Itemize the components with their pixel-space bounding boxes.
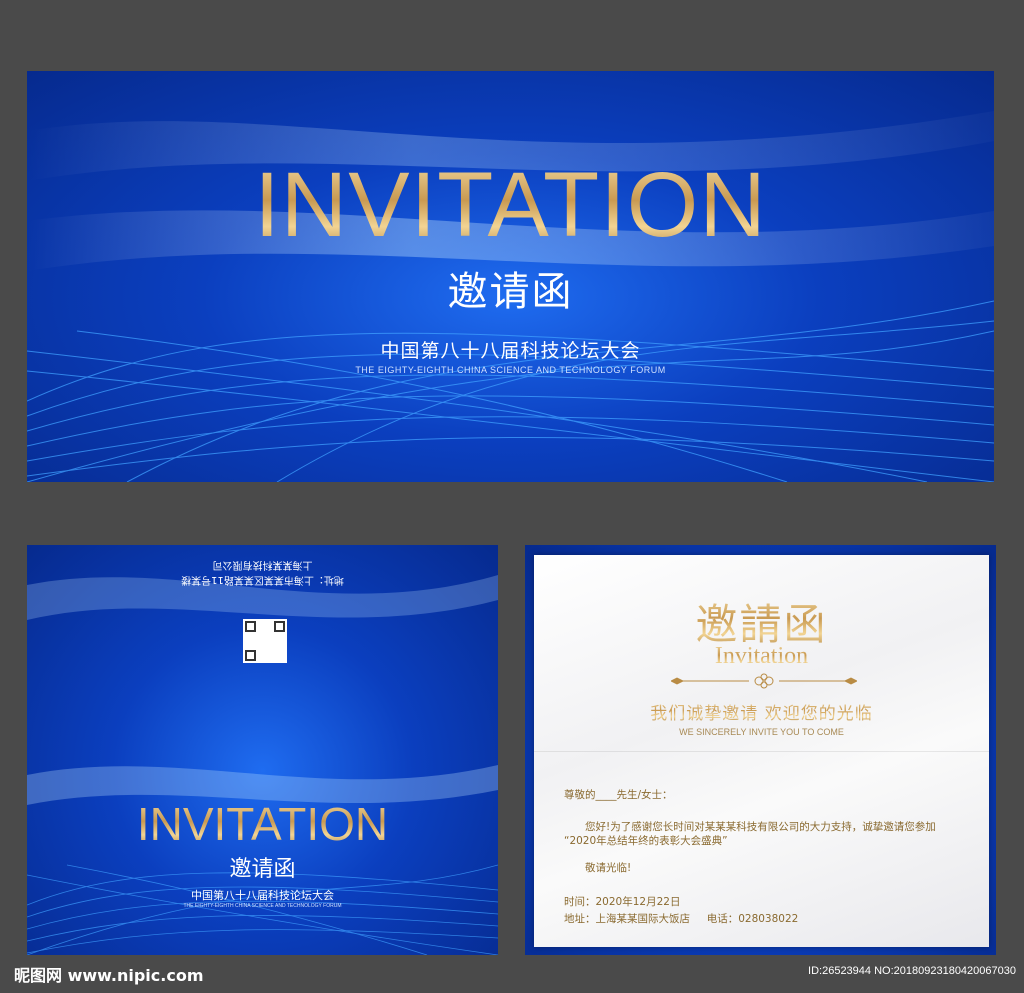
forum-name-en: THE EIGHTY-EIGHTH CHINA SCIENCE AND TECH… xyxy=(355,365,666,375)
inner-title-en: Invitation xyxy=(534,643,989,670)
back-company-line: 上海某某科技有限公司 xyxy=(212,559,313,570)
invitation-title-cn: 邀请函 xyxy=(447,269,574,315)
invitation-cover-front: INVITATION 邀请函 中国第八十八届科技论坛大会 THE EIGHTY-… xyxy=(27,71,994,482)
letter-body-line: 您好!为了感谢您长时间对某某某科技有限公司的大力支持，诚挚邀请您参加 xyxy=(585,821,936,833)
event-address: 地址：上海某某国际大饭店 xyxy=(564,913,690,925)
qr-code-placeholder xyxy=(243,619,287,663)
letter-closing: 敬请光临! xyxy=(585,862,632,874)
invitation-title-cn: 邀请函 xyxy=(229,857,296,882)
invitation-title-en: INVITATION xyxy=(27,153,994,258)
back-address-line: 地址：上海市某某区某某路11号某楼 xyxy=(181,574,344,585)
event-phone: 电话：028038022 xyxy=(706,913,799,925)
invitation-title-en: INVITATION xyxy=(27,797,498,851)
letter-paper: 邀請函 Invitation 我们诚挚邀请 欢迎您的光临 WE SINCEREL… xyxy=(534,555,989,947)
forum-name-cn: 中国第八十八届科技论坛大会 xyxy=(191,889,334,902)
event-time: 时间：2020年12月22日 xyxy=(564,896,681,908)
fold-line xyxy=(534,751,989,752)
letter-greeting: 尊敬的____先生/女士： xyxy=(564,789,673,801)
forum-name-en: THE EIGHTY-EIGHTH CHINA SCIENCE AND TECH… xyxy=(183,903,342,909)
forum-name-cn: 中国第八十八届科技论坛大会 xyxy=(380,340,641,362)
back-contact-info: 地址：上海市某某区某某路11号某楼 上海某某科技有限公司 xyxy=(27,557,498,587)
image-id-label: ID:26523944 NO:20180923180420067030 xyxy=(808,965,1016,977)
invitation-inner-page: 邀請函 Invitation 我们诚挚邀请 欢迎您的光临 WE SINCEREL… xyxy=(525,545,996,955)
welcome-message-en: WE SINCERELY INVITE YOU TO COME xyxy=(679,727,844,737)
letter-body-line: “2020年总结年终的表彰大会盛典” xyxy=(564,835,728,847)
watermark-logo: 昵图网 www.nipic.com xyxy=(14,966,204,985)
invitation-cover-back: 地址：上海市某某区某某路11号某楼 上海某某科技有限公司 INVITATION … xyxy=(27,545,498,955)
ornament-divider-icon xyxy=(671,673,857,689)
event-address-phone: 地址：上海某某国际大饭店 电话：028038022 xyxy=(564,912,798,926)
welcome-message-cn: 我们诚挚邀请 欢迎您的光临 xyxy=(534,699,989,724)
